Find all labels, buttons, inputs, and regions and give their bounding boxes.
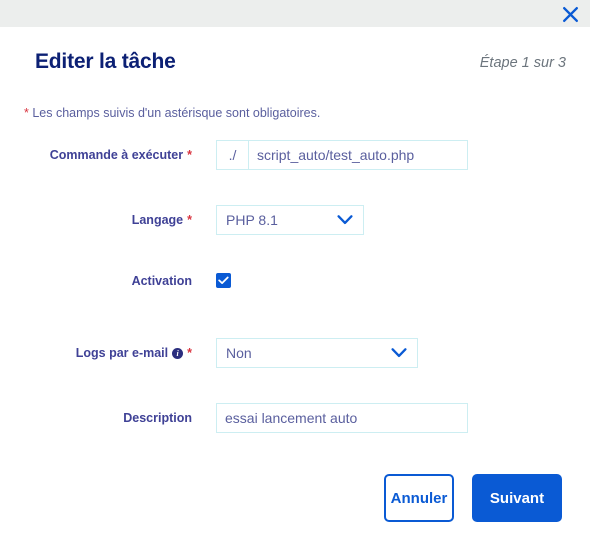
- edit-task-dialog: Editer la tâche Étape 1 sur 3 * Les cham…: [0, 27, 590, 549]
- email-logs-select[interactable]: Non: [216, 338, 418, 368]
- command-prefix: ./: [217, 141, 249, 169]
- email-logs-control: Non: [216, 338, 418, 368]
- activation-label-text: Activation: [131, 273, 192, 288]
- form-row-command: Commande à exécuter * ./: [0, 140, 590, 170]
- command-label-text: Commande à exécuter: [49, 148, 184, 162]
- email-logs-label: Logs par e-mail i *: [0, 346, 192, 360]
- dialog-footer: Annuler Suivant: [384, 474, 562, 522]
- check-icon: [218, 272, 229, 290]
- language-label-text: Langage: [131, 213, 184, 227]
- close-icon: [562, 6, 579, 23]
- form-row-activation: Activation: [0, 273, 590, 288]
- chevron-down-icon: [337, 215, 353, 226]
- close-button[interactable]: [557, 1, 583, 27]
- form-row-language: Langage * PHP 8.1: [0, 205, 590, 235]
- window-titlebar: [0, 0, 590, 27]
- language-control: PHP 8.1: [216, 205, 364, 235]
- description-input[interactable]: [216, 403, 468, 433]
- form-row-description: Description: [0, 403, 590, 433]
- info-icon[interactable]: i: [172, 347, 184, 359]
- form-row-email-logs: Logs par e-mail i * Non: [0, 338, 590, 368]
- language-selected-value: PHP 8.1: [226, 212, 278, 228]
- email-logs-selected-value: Non: [226, 345, 252, 361]
- email-logs-label-text: Logs par e-mail: [75, 346, 169, 360]
- command-input[interactable]: [249, 141, 467, 169]
- email-logs-required-asterisk: *: [187, 346, 192, 360]
- command-required-asterisk: *: [187, 148, 192, 162]
- description-control: [216, 403, 468, 433]
- description-label: Description: [0, 411, 192, 425]
- next-button[interactable]: Suivant: [472, 474, 562, 522]
- required-note-text: Les champs suivis d'un astérisque sont o…: [28, 106, 321, 120]
- activation-label: Activation: [0, 274, 192, 288]
- language-label: Langage *: [0, 213, 192, 227]
- cancel-button[interactable]: Annuler: [384, 474, 454, 522]
- description-label-text: Description: [123, 411, 192, 425]
- step-indicator: Étape 1 sur 3: [479, 55, 566, 71]
- language-required-asterisk: *: [187, 213, 192, 227]
- activation-control: [216, 273, 231, 288]
- page-title: Editer la tâche: [35, 50, 176, 73]
- command-control: ./: [216, 140, 468, 170]
- command-input-group: ./: [216, 140, 468, 170]
- activation-checkbox[interactable]: [216, 273, 231, 288]
- language-select[interactable]: PHP 8.1: [216, 205, 364, 235]
- required-fields-note: * Les champs suivis d'un astérisque sont…: [24, 106, 320, 120]
- chevron-down-icon: [391, 348, 407, 359]
- dialog-header: Editer la tâche Étape 1 sur 3: [0, 50, 590, 84]
- command-label: Commande à exécuter *: [0, 148, 192, 162]
